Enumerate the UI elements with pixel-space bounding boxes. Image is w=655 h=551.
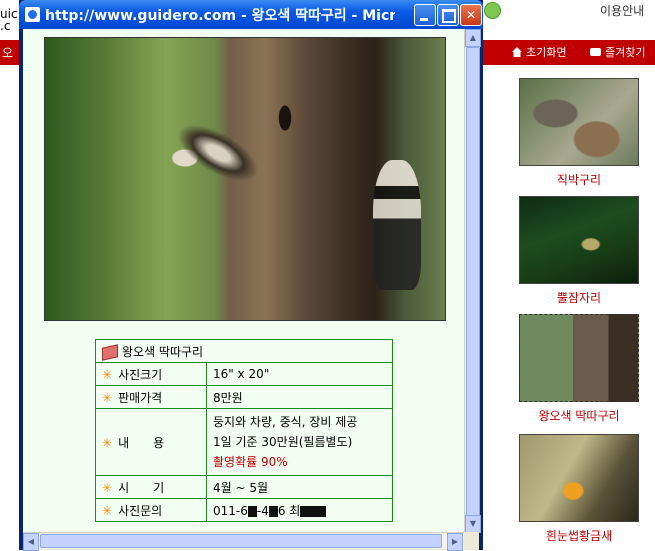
row-label-cell: ✳ 사진크기 bbox=[95, 362, 207, 386]
row-label: 사진문의 bbox=[118, 503, 163, 518]
row-label: 사진크기 bbox=[118, 367, 163, 382]
thumbnail-item[interactable]: 흰눈썹황금새 bbox=[519, 434, 639, 544]
row-value-line: 둥지와 차량, 중식, 장비 제공 bbox=[213, 415, 358, 429]
phone-part: 6 최 bbox=[277, 503, 301, 518]
window-title: http://www.guidero.com - 왕오색 딱따구리 - Micr… bbox=[45, 8, 395, 24]
horizontal-scroll-thumb[interactable] bbox=[40, 534, 442, 548]
row-label: 시 기 bbox=[118, 480, 165, 495]
row-value: 16" x 20" bbox=[206, 362, 393, 386]
browser-icon bbox=[484, 2, 501, 19]
thumbnail-caption[interactable]: 왕오색 딱따구리 bbox=[519, 407, 639, 424]
popup-window: http://www.guidero.com - 왕오색 딱따구리 - Micr… bbox=[19, 0, 483, 551]
camera-icon bbox=[590, 48, 601, 56]
table-row: ✳ 내 용 둥지와 차량, 중식, 장비 제공 1일 기준 30만원(필름별도) … bbox=[95, 408, 393, 476]
redacted-block bbox=[300, 505, 327, 517]
thumbnail-image[interactable] bbox=[519, 196, 639, 284]
asterisk-icon: ✳ bbox=[102, 435, 113, 450]
asterisk-icon: ✳ bbox=[102, 367, 113, 382]
thumbnail-image[interactable] bbox=[519, 314, 639, 402]
row-value: 8만원 bbox=[206, 385, 393, 409]
redacted-block bbox=[268, 505, 278, 517]
favorites-link[interactable]: 즐겨찾기 bbox=[590, 44, 645, 60]
thumbnail-item[interactable]: 직박구리 bbox=[519, 78, 639, 188]
table-row: ✳ 사진문의 011-6 -4 6 최 bbox=[95, 498, 393, 522]
nav-fragment: 오 bbox=[2, 46, 14, 60]
user-guide-link[interactable]: 이용안내 bbox=[600, 2, 644, 19]
table-row: ✳ 시 기 4월 ~ 5월 bbox=[95, 475, 393, 499]
favorites-label: 즐겨찾기 bbox=[605, 46, 646, 59]
book-icon bbox=[102, 343, 118, 361]
table-row: ✳ 사진크기 16" x 20" bbox=[95, 362, 393, 386]
thumbnail-caption[interactable]: 직박구리 bbox=[519, 171, 639, 188]
thumbnail-item-selected[interactable]: 왕오색 딱따구리 bbox=[519, 314, 639, 424]
asterisk-icon: ✳ bbox=[102, 390, 113, 405]
thumbnail-caption[interactable]: 흰눈썹황금새 bbox=[519, 527, 639, 544]
asterisk-icon: ✳ bbox=[102, 480, 113, 495]
window-client-area: 왕오색 딱따구리 ✳ 사진크기 16" x 20" ✳ 판매가격 8만원 ✳ 내 용 … bbox=[23, 29, 481, 551]
row-label-cell: ✳ 판매가격 bbox=[95, 385, 207, 409]
photo-name: 왕오색 딱따구리 bbox=[122, 344, 204, 359]
scroll-up-arrow-icon[interactable]: ▲ bbox=[465, 29, 481, 47]
close-button[interactable]: ✕ bbox=[460, 4, 482, 26]
page-content: 왕오색 딱따구리 ✳ 사진크기 16" x 20" ✳ 판매가격 8만원 ✳ 내 용 … bbox=[23, 29, 464, 532]
row-label-cell: ✳ 시 기 bbox=[95, 475, 207, 499]
vertical-scroll-thumb[interactable] bbox=[466, 47, 480, 517]
row-label-cell: ✳ 사진문의 bbox=[95, 498, 207, 522]
contact-value: 011-6 -4 6 최 bbox=[206, 498, 393, 522]
vertical-scrollbar[interactable]: ▲ ▼ bbox=[464, 29, 481, 533]
scrollbar-corner bbox=[464, 532, 479, 550]
row-value-highlight: 촬영확률 90% bbox=[213, 455, 288, 469]
photo-info-table: 왕오색 딱따구리 ✳ 사진크기 16" x 20" ✳ 판매가격 8만원 ✳ 내 용 … bbox=[95, 339, 393, 522]
row-label: 판매가격 bbox=[118, 390, 163, 405]
row-label: 내 용 bbox=[118, 435, 165, 450]
phone-part: -4 bbox=[256, 503, 269, 518]
scroll-left-arrow-icon[interactable]: ◀ bbox=[23, 533, 39, 551]
title-bar[interactable]: http://www.guidero.com - 왕오색 딱따구리 - Micr… bbox=[19, 0, 483, 29]
bird-photo bbox=[44, 37, 446, 321]
home-label: 초기화면 bbox=[526, 46, 567, 59]
thumbnail-caption[interactable]: 뿔잠자리 bbox=[519, 289, 639, 306]
phone-part: 011-6 bbox=[213, 503, 248, 518]
home-icon bbox=[512, 47, 522, 57]
horizontal-scrollbar[interactable]: ◀ ▶ bbox=[23, 532, 464, 551]
scroll-down-arrow-icon[interactable]: ▼ bbox=[465, 515, 481, 533]
redacted-block bbox=[247, 505, 257, 517]
row-value: 4월 ~ 5월 bbox=[206, 475, 393, 499]
thumbnail-image[interactable] bbox=[519, 434, 639, 522]
minimize-button[interactable] bbox=[414, 4, 436, 26]
maximize-button[interactable] bbox=[437, 4, 459, 26]
thumbnail-image[interactable] bbox=[519, 78, 639, 166]
row-value-multiline: 둥지와 차량, 중식, 장비 제공 1일 기준 30만원(필름별도) 촬영확률 … bbox=[206, 408, 393, 476]
photo-name-cell: 왕오색 딱따구리 bbox=[95, 339, 393, 363]
ie-page-icon bbox=[25, 7, 40, 22]
table-row: ✳ 판매가격 8만원 bbox=[95, 385, 393, 409]
row-value-line: 1일 기준 30만원(필름별도) bbox=[213, 435, 353, 449]
thumbnail-item[interactable]: 뿔잠자리 bbox=[519, 196, 639, 306]
home-link[interactable]: 초기화면 bbox=[512, 44, 566, 60]
scroll-right-arrow-icon[interactable]: ▶ bbox=[447, 533, 463, 551]
asterisk-icon: ✳ bbox=[102, 503, 113, 518]
row-label-cell: ✳ 내 용 bbox=[95, 408, 207, 476]
